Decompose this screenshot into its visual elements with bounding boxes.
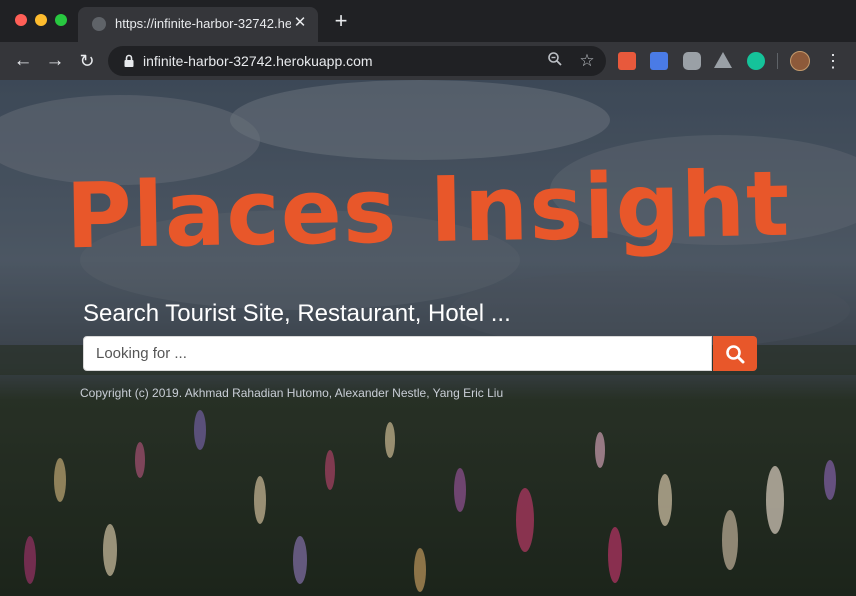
chat-extension-icon[interactable] xyxy=(683,52,701,70)
browser-toolbar: ← → ↻ infinite-harbor-32742.herokuapp.co… xyxy=(0,42,856,80)
tab-title: https://infinite-harbor-32742.her xyxy=(115,16,291,31)
maximize-window-button[interactable] xyxy=(55,14,67,26)
search-input[interactable] xyxy=(84,337,711,370)
reload-button[interactable]: ↻ xyxy=(74,48,100,74)
tab-bar: https://infinite-harbor-32742.her ✕ + xyxy=(0,0,856,42)
kebab-menu-icon[interactable]: ⋮ xyxy=(824,48,842,74)
forward-button[interactable]: → xyxy=(42,48,68,74)
drive-extension-icon[interactable] xyxy=(714,52,732,68)
lock-icon xyxy=(124,54,134,67)
browser-tab[interactable]: https://infinite-harbor-32742.her ✕ xyxy=(78,7,318,42)
minimize-window-button[interactable] xyxy=(35,14,47,26)
globe-icon xyxy=(92,17,106,31)
profile-avatar[interactable] xyxy=(790,51,810,71)
tab-close-icon[interactable]: ✕ xyxy=(291,14,309,32)
zoom-icon[interactable] xyxy=(545,51,565,71)
search-field xyxy=(83,336,712,371)
page-content: Places Insight Search Tourist Site, Rest… xyxy=(0,80,856,596)
url-text: infinite-harbor-32742.herokuapp.com xyxy=(143,53,373,69)
new-tab-button[interactable]: + xyxy=(330,10,352,32)
search-button[interactable] xyxy=(713,336,757,371)
toolbar-divider xyxy=(777,53,778,69)
search-icon xyxy=(726,345,745,364)
address-bar[interactable]: infinite-harbor-32742.herokuapp.com ☆ xyxy=(108,46,606,76)
close-window-button[interactable] xyxy=(15,14,27,26)
bookmark-star-icon[interactable]: ☆ xyxy=(577,51,597,71)
copyright-text: Copyright (c) 2019. Akhmad Rahadian Huto… xyxy=(80,386,504,400)
search-heading: Search Tourist Site, Restaurant, Hotel .… xyxy=(83,300,511,327)
grammarly-extension-icon[interactable] xyxy=(747,52,765,70)
back-button[interactable]: ← xyxy=(10,48,36,74)
translate-extension-icon[interactable] xyxy=(650,52,668,70)
shopping-extension-icon[interactable] xyxy=(618,52,636,70)
site-logo: Places Insight xyxy=(64,151,792,270)
browser-window: https://infinite-harbor-32742.her ✕ + ← … xyxy=(0,0,856,596)
